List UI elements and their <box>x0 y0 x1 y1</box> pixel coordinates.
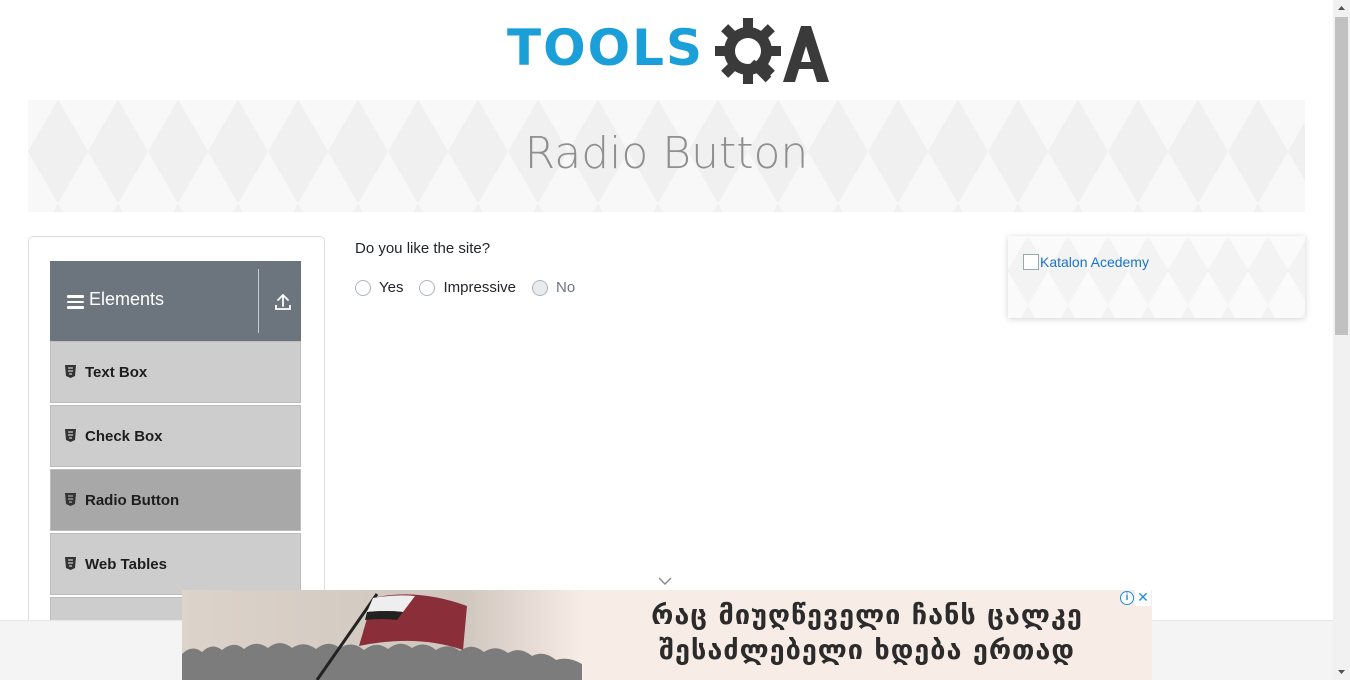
radio-impressive-input[interactable] <box>419 279 436 296</box>
html5-icon <box>65 493 76 506</box>
ad-image <box>182 590 582 680</box>
page-banner: Radio Button <box>28 100 1305 212</box>
radio-yes-label[interactable]: Yes <box>379 279 403 296</box>
sidebar-item-radio-button[interactable]: Radio Button <box>50 469 301 531</box>
header-divider <box>258 269 259 333</box>
radio-option-no: No <box>532 279 575 296</box>
page-scrollbar[interactable] <box>1333 0 1350 680</box>
side-ad-card[interactable]: Katalon Acedemy <box>1008 236 1305 318</box>
side-ad-image[interactable]: Katalon Acedemy <box>1023 254 1149 270</box>
flag-image <box>315 593 467 680</box>
radio-option-impressive[interactable]: Impressive <box>419 279 516 296</box>
bottom-ad-banner[interactable]: რაც მიუღწეველი ჩანს ცალკე შესაძლებელი ხდ… <box>182 590 1152 680</box>
sidebar-item-label: Check Box <box>85 428 163 445</box>
html5-icon <box>65 557 76 570</box>
page: TOOLS Radio Button Elements Text Box Che… <box>0 0 1333 680</box>
ad-headline-line1: რაც მიუღწეველი ჩანს ცალკე <box>651 600 1083 631</box>
html5-icon <box>65 365 76 378</box>
logo-gear-q-icon <box>715 18 829 84</box>
html5-icon <box>65 429 76 442</box>
radio-option-yes[interactable]: Yes <box>355 279 403 296</box>
toolsqa-logo[interactable]: TOOLS <box>507 16 829 90</box>
page-title: Radio Button <box>524 128 809 179</box>
sidebar-item-check-box[interactable]: Check Box <box>50 405 301 467</box>
radio-group: Yes Impressive No <box>355 279 591 296</box>
sidebar-item-text-box[interactable]: Text Box <box>50 341 301 403</box>
radio-yes-input[interactable] <box>355 279 371 296</box>
sidebar-item-label: Web Tables <box>85 556 167 573</box>
elements-group-header[interactable]: Elements <box>50 261 301 341</box>
sidebar-item-label: Radio Button <box>85 492 180 509</box>
scroll-thumb[interactable] <box>1335 17 1348 335</box>
ad-info-icon[interactable]: i <box>1120 591 1134 605</box>
chevron-down-icon[interactable] <box>658 576 672 586</box>
radio-impressive-label[interactable]: Impressive <box>443 279 516 296</box>
scroll-down-arrow-icon[interactable] <box>1333 663 1350 680</box>
logo-text: TOOLS <box>507 19 704 77</box>
radio-no-input <box>532 279 549 296</box>
hamburger-icon <box>67 295 84 309</box>
radio-question: Do you like the site? <box>355 240 491 257</box>
radio-no-label: No <box>556 279 576 296</box>
collapse-up-icon[interactable] <box>274 293 292 311</box>
scroll-up-arrow-icon[interactable] <box>1333 0 1350 17</box>
ad-headline-line2: შესაძლებელი ხდება ერთად <box>659 635 1075 666</box>
ad-close-icon[interactable]: ✕ <box>1135 590 1151 606</box>
sidebar-item-label: Text Box <box>85 364 148 381</box>
broken-image-icon <box>1023 254 1039 270</box>
sidebar-item-web-tables[interactable]: Web Tables <box>50 533 301 595</box>
group-title: Elements <box>89 289 165 309</box>
side-ad-alt-text[interactable]: Katalon Acedemy <box>1040 254 1149 270</box>
